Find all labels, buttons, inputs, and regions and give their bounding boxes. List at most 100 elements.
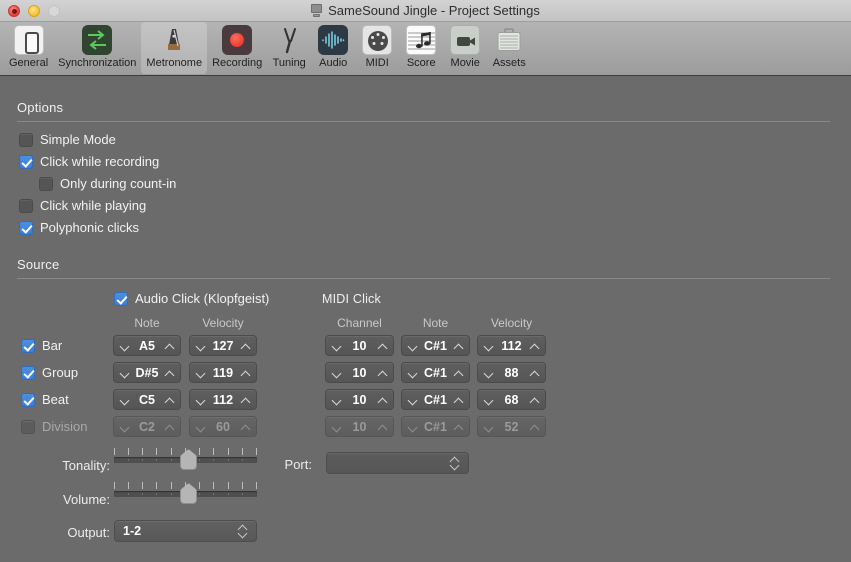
checkbox-audio-click[interactable]: Audio Click (Klopfgeist)	[114, 291, 269, 306]
chevron-up-icon[interactable]	[241, 341, 250, 350]
click-while-recording-checkbox[interactable]	[19, 154, 33, 169]
chevron-up-icon[interactable]	[165, 341, 174, 350]
polyphonic-clicks-checkbox[interactable]	[19, 220, 33, 235]
general-icon	[13, 25, 44, 55]
toolbar-item-assets[interactable]: Assets	[487, 22, 531, 69]
toolbar-label-score: Score	[406, 57, 436, 69]
division-checkbox[interactable]	[21, 419, 35, 434]
bar-checkbox[interactable]	[21, 338, 35, 353]
checkbox-click-while-recording[interactable]: Click while recording	[19, 154, 159, 169]
chevron-down-icon[interactable]	[484, 395, 493, 404]
maximize-button[interactable]	[48, 5, 60, 17]
checkbox-bar[interactable]: Bar	[21, 338, 62, 353]
toolbar-item-score[interactable]: Score	[399, 22, 443, 69]
toolbar-item-synchronization[interactable]: Synchronization	[53, 22, 141, 69]
checkbox-division[interactable]: Division	[21, 419, 88, 434]
chevron-updown-icon[interactable]	[238, 524, 248, 538]
group-checkbox[interactable]	[21, 365, 35, 380]
bar-midi-channel-stepper[interactable]: 10	[325, 335, 394, 356]
group-midi-channel-stepper[interactable]: 10	[325, 362, 394, 383]
bar-audio-note-stepper[interactable]: A5	[113, 335, 181, 356]
bar-midi-note-stepper[interactable]: C#1	[401, 335, 470, 356]
chevron-up-icon[interactable]	[165, 395, 174, 404]
checkbox-beat[interactable]: Beat	[21, 392, 69, 407]
toolbar-item-tuning[interactable]: Tuning	[267, 22, 311, 69]
beat-midi-note-value: C#1	[424, 392, 447, 407]
chevron-down-icon[interactable]	[332, 341, 341, 350]
audio-click-checkbox[interactable]	[114, 291, 128, 306]
group-audio-note-stepper[interactable]: D#5	[113, 362, 181, 383]
toolbar-item-midi[interactable]: MIDI	[355, 22, 399, 69]
toolbar-item-recording[interactable]: Recording	[207, 22, 267, 69]
chevron-down-icon[interactable]	[196, 395, 205, 404]
toolbar-label-midi: MIDI	[365, 57, 389, 69]
midi-channel-header: Channel	[337, 316, 382, 330]
beat-midi-velocity-stepper[interactable]: 68	[477, 389, 546, 410]
volume-slider[interactable]	[114, 482, 257, 508]
chevron-down-icon[interactable]	[332, 368, 341, 377]
only-during-count-in-checkbox[interactable]	[39, 176, 53, 191]
chevron-up-icon[interactable]	[241, 395, 250, 404]
toolbar-item-general[interactable]: General	[4, 22, 53, 69]
chevron-updown-icon[interactable]	[450, 456, 460, 470]
bar-midi-note-value: C#1	[424, 338, 447, 353]
group-midi-note-value: C#1	[424, 365, 447, 380]
chevron-down-icon[interactable]	[484, 341, 493, 350]
tonality-label: Tonality:	[62, 458, 110, 473]
chevron-up-icon	[165, 422, 174, 431]
chevron-down-icon[interactable]	[484, 368, 493, 377]
toolbar-item-audio[interactable]: Audio	[311, 22, 355, 69]
toolbar-item-metronome[interactable]: Metronome	[141, 22, 208, 74]
chevron-down-icon[interactable]	[120, 395, 129, 404]
chevron-up-icon[interactable]	[530, 341, 539, 350]
checkbox-click-while-playing[interactable]: Click while playing	[19, 198, 146, 213]
tonality-slider[interactable]	[114, 448, 257, 474]
chevron-up-icon[interactable]	[454, 341, 463, 350]
minimize-button[interactable]	[28, 5, 40, 17]
chevron-up-icon[interactable]	[454, 368, 463, 377]
group-midi-note-stepper[interactable]: C#1	[401, 362, 470, 383]
chevron-down-icon[interactable]	[120, 341, 129, 350]
click-while-playing-checkbox[interactable]	[19, 198, 33, 213]
chevron-down-icon[interactable]	[196, 368, 205, 377]
document-icon	[311, 4, 323, 17]
chevron-up-icon[interactable]	[530, 368, 539, 377]
group-audio-velocity-stepper[interactable]: 119	[189, 362, 257, 383]
chevron-up-icon[interactable]	[530, 395, 539, 404]
chevron-down-icon[interactable]	[120, 368, 129, 377]
recording-icon	[222, 25, 253, 55]
chevron-up-icon[interactable]	[378, 395, 387, 404]
chevron-up-icon[interactable]	[378, 368, 387, 377]
chevron-up-icon[interactable]	[378, 341, 387, 350]
chevron-down-icon[interactable]	[332, 395, 341, 404]
chevron-up-icon[interactable]	[165, 368, 174, 377]
simple-mode-label: Simple Mode	[40, 132, 116, 147]
checkbox-group[interactable]: Group	[21, 365, 78, 380]
output-select[interactable]: 1-2	[114, 520, 257, 542]
settings-toolbar[interactable]: General Synchronization Metronome Record…	[0, 22, 851, 76]
audio-click-label: Audio Click (Klopfgeist)	[135, 291, 270, 306]
beat-midi-note-stepper[interactable]: C#1	[401, 389, 470, 410]
close-button[interactable]	[8, 5, 20, 17]
checkbox-only-during-count-in[interactable]: Only during count-in	[39, 176, 176, 191]
beat-audio-note-stepper[interactable]: C5	[113, 389, 181, 410]
checkbox-simple-mode[interactable]: Simple Mode	[19, 132, 116, 147]
beat-audio-velocity-stepper[interactable]: 112	[189, 389, 257, 410]
chevron-down-icon[interactable]	[196, 341, 205, 350]
chevron-up-icon[interactable]	[241, 368, 250, 377]
chevron-down-icon[interactable]	[408, 395, 417, 404]
bar-midi-velocity-stepper[interactable]: 112	[477, 335, 546, 356]
beat-checkbox[interactable]	[21, 392, 35, 407]
beat-midi-channel-stepper[interactable]: 10	[325, 389, 394, 410]
port-select[interactable]	[326, 452, 469, 474]
chevron-down-icon[interactable]	[408, 341, 417, 350]
chevron-down-icon[interactable]	[408, 368, 417, 377]
toolbar-item-movie[interactable]: Movie	[443, 22, 487, 69]
simple-mode-checkbox[interactable]	[19, 132, 33, 147]
bar-audio-velocity-value: 127	[212, 338, 234, 353]
beat-label: Beat	[42, 392, 69, 407]
group-midi-velocity-stepper[interactable]: 88	[477, 362, 546, 383]
chevron-up-icon[interactable]	[454, 395, 463, 404]
checkbox-polyphonic-clicks[interactable]: Polyphonic clicks	[19, 220, 139, 235]
bar-audio-velocity-stepper[interactable]: 127	[189, 335, 257, 356]
